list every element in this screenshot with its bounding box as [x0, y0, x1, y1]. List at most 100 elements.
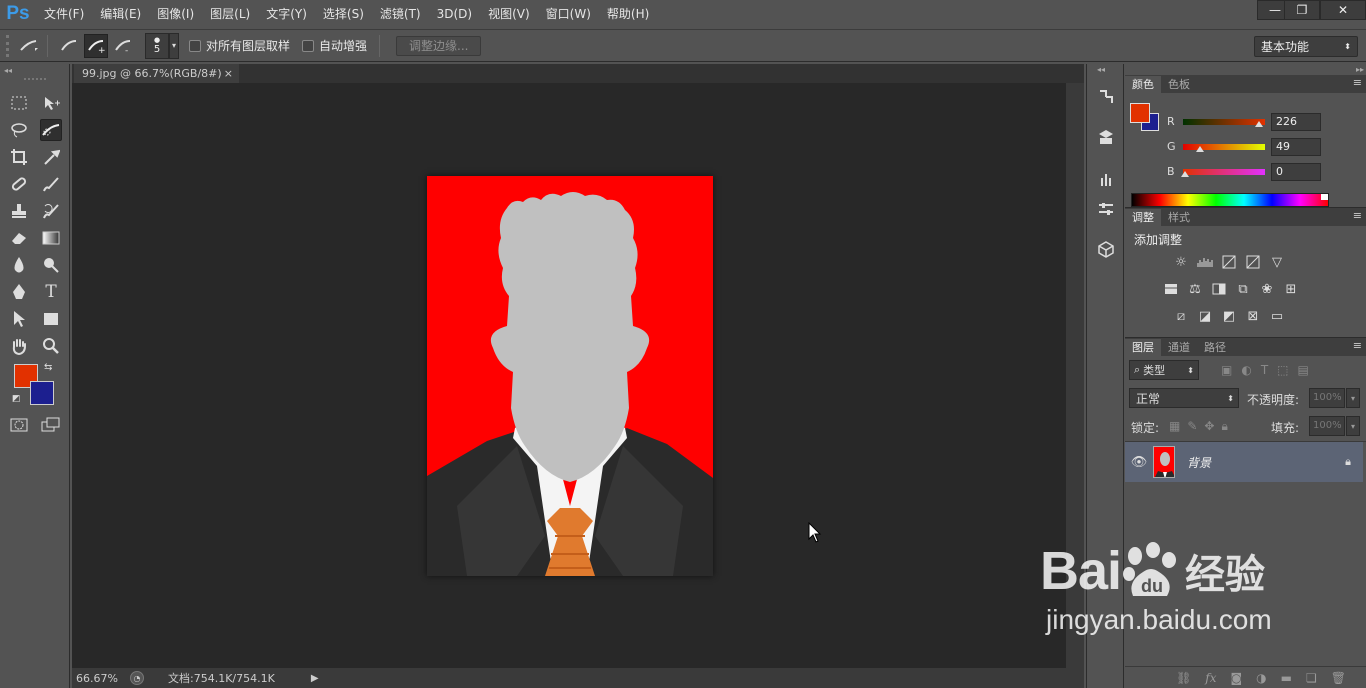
- refine-edge-button[interactable]: 调整边缘...: [396, 35, 482, 56]
- type-tool-icon[interactable]: T: [40, 281, 62, 303]
- ramp-white-icon[interactable]: [1321, 194, 1328, 200]
- r-track[interactable]: [1183, 118, 1265, 125]
- status-info-icon[interactable]: ◔: [130, 671, 144, 685]
- g-value-input[interactable]: 49: [1271, 138, 1321, 156]
- filter-pixel-icon[interactable]: ▣: [1221, 363, 1232, 377]
- panel-foreground-swatch[interactable]: [1130, 103, 1150, 123]
- quick-mask-icon[interactable]: [8, 414, 30, 436]
- brush-panel-icon[interactable]: [1095, 168, 1117, 190]
- filter-shape-icon[interactable]: ⬚: [1277, 363, 1288, 377]
- status-menu-arrow-icon[interactable]: ▶: [311, 673, 319, 684]
- tab-channels[interactable]: 通道: [1161, 339, 1197, 356]
- restore-button[interactable]: ❐: [1284, 0, 1320, 20]
- rectangle-tool-icon[interactable]: [40, 308, 62, 330]
- screen-mode-icon[interactable]: [40, 414, 62, 436]
- dodge-tool-icon[interactable]: [40, 254, 62, 276]
- new-selection-icon[interactable]: [57, 34, 81, 58]
- add-mask-icon[interactable]: ◙: [1231, 671, 1243, 685]
- rectangular-marquee-icon[interactable]: [8, 92, 30, 114]
- dock-collapse-icon[interactable]: ◂◂: [1097, 65, 1105, 74]
- layer-row[interactable]: 👁︎ 背景 🔒︎: [1125, 442, 1363, 482]
- layer-filter-select[interactable]: ⌕ 类型 ⬍: [1129, 360, 1199, 380]
- slider-g[interactable]: G: [1167, 140, 1265, 153]
- r-value-input[interactable]: 226: [1271, 113, 1321, 131]
- new-adjustment-layer-icon[interactable]: ◑: [1256, 671, 1266, 685]
- exposure-icon[interactable]: [1244, 254, 1262, 270]
- opacity-input[interactable]: 100%: [1309, 388, 1345, 408]
- menu-view[interactable]: 视图(V): [480, 0, 538, 28]
- visibility-eye-icon[interactable]: 👁︎: [1125, 455, 1153, 470]
- add-to-selection-icon[interactable]: +: [84, 33, 108, 58]
- b-thumb-icon[interactable]: [1181, 171, 1189, 177]
- zoom-tool-icon[interactable]: [40, 335, 62, 357]
- blur-tool-icon[interactable]: [8, 254, 30, 276]
- gradient-tool-icon[interactable]: [40, 227, 62, 249]
- sample-all-layers-checkbox[interactable]: 对所有图层取样: [189, 37, 290, 54]
- default-colors-icon[interactable]: ◩: [12, 394, 21, 404]
- menu-filter[interactable]: 滤镜(T): [372, 0, 429, 28]
- collapse-arrows-icon[interactable]: ◂◂: [4, 66, 12, 75]
- posterize-icon[interactable]: ◪: [1196, 308, 1214, 324]
- filter-type-icon[interactable]: T: [1261, 363, 1268, 377]
- lock-pixels-icon[interactable]: ✎: [1187, 419, 1197, 434]
- brush-size-picker[interactable]: ● 5: [145, 32, 169, 59]
- auto-enhance-checkbox[interactable]: 自动增强: [302, 37, 367, 54]
- slider-r[interactable]: R: [1167, 115, 1265, 128]
- tab-layers[interactable]: 图层: [1125, 339, 1161, 356]
- b-value-input[interactable]: 0: [1271, 163, 1321, 181]
- hue-saturation-icon[interactable]: [1162, 281, 1180, 297]
- eyedropper-tool-icon[interactable]: [40, 146, 62, 168]
- b-track[interactable]: [1183, 168, 1265, 175]
- subtract-from-selection-icon[interactable]: -: [111, 34, 135, 58]
- properties-panel-icon[interactable]: [1095, 126, 1117, 148]
- menu-help[interactable]: 帮助(H): [599, 0, 657, 28]
- menu-edit[interactable]: 编辑(E): [92, 0, 149, 28]
- filter-adjustment-icon[interactable]: ◐: [1241, 363, 1251, 377]
- layer-name[interactable]: 背景: [1187, 454, 1211, 471]
- lasso-tool-icon[interactable]: [8, 119, 30, 141]
- history-panel-icon[interactable]: [1095, 86, 1117, 108]
- channel-mixer-icon[interactable]: ❀: [1258, 281, 1276, 297]
- eraser-tool-icon[interactable]: [8, 227, 30, 249]
- panel-menu-icon[interactable]: ≡: [1353, 76, 1362, 89]
- lock-transparent-icon[interactable]: ▦: [1169, 419, 1180, 434]
- menu-layer[interactable]: 图层(L): [202, 0, 258, 28]
- close-tab-icon[interactable]: ×: [224, 67, 233, 80]
- brush-presets-icon[interactable]: [1095, 198, 1117, 220]
- tab-paths[interactable]: 路径: [1197, 339, 1233, 356]
- levels-icon[interactable]: [1196, 254, 1214, 270]
- invert-icon[interactable]: ⧄: [1172, 308, 1190, 324]
- selective-color-icon[interactable]: ⊠: [1244, 308, 1262, 324]
- fill-input[interactable]: 100%: [1309, 416, 1345, 436]
- new-group-icon[interactable]: ▬: [1281, 671, 1292, 685]
- pen-tool-icon[interactable]: [8, 281, 30, 303]
- hand-tool-icon[interactable]: [8, 335, 30, 357]
- background-color-swatch[interactable]: [30, 381, 54, 405]
- photo-filter-icon[interactable]: ⧉: [1234, 281, 1252, 297]
- vibrance-icon[interactable]: ▽: [1268, 254, 1286, 270]
- panel-menu-icon[interactable]: ≡: [1353, 209, 1362, 222]
- color-balance-icon[interactable]: ⚖: [1186, 281, 1204, 297]
- menu-select[interactable]: 选择(S): [315, 0, 372, 28]
- panel-menu-icon[interactable]: ≡: [1353, 339, 1362, 352]
- black-white-icon[interactable]: [1210, 281, 1228, 297]
- r-thumb-icon[interactable]: [1255, 121, 1263, 127]
- 3d-panel-icon[interactable]: [1095, 238, 1117, 260]
- color-lookup-icon[interactable]: ⊞: [1282, 281, 1300, 297]
- threshold-icon[interactable]: ◩: [1220, 308, 1238, 324]
- quick-selection-tool-icon[interactable]: [40, 119, 62, 141]
- tab-color[interactable]: 颜色: [1125, 76, 1161, 93]
- color-ramp[interactable]: [1131, 193, 1329, 207]
- g-thumb-icon[interactable]: [1196, 146, 1204, 152]
- brightness-contrast-icon[interactable]: ☼: [1172, 254, 1190, 270]
- menu-window[interactable]: 窗口(W): [538, 0, 599, 28]
- menu-image[interactable]: 图像(I): [149, 0, 202, 28]
- menu-3d[interactable]: 3D(D): [429, 0, 480, 28]
- brush-tool-icon[interactable]: [40, 173, 62, 195]
- menu-type[interactable]: 文字(Y): [258, 0, 315, 28]
- opacity-dropdown-icon[interactable]: ▾: [1346, 388, 1360, 408]
- spot-healing-brush-icon[interactable]: [8, 173, 30, 195]
- filter-smart-object-icon[interactable]: ▤: [1298, 363, 1309, 377]
- document-image[interactable]: [427, 176, 713, 576]
- clone-stamp-icon[interactable]: [8, 200, 30, 222]
